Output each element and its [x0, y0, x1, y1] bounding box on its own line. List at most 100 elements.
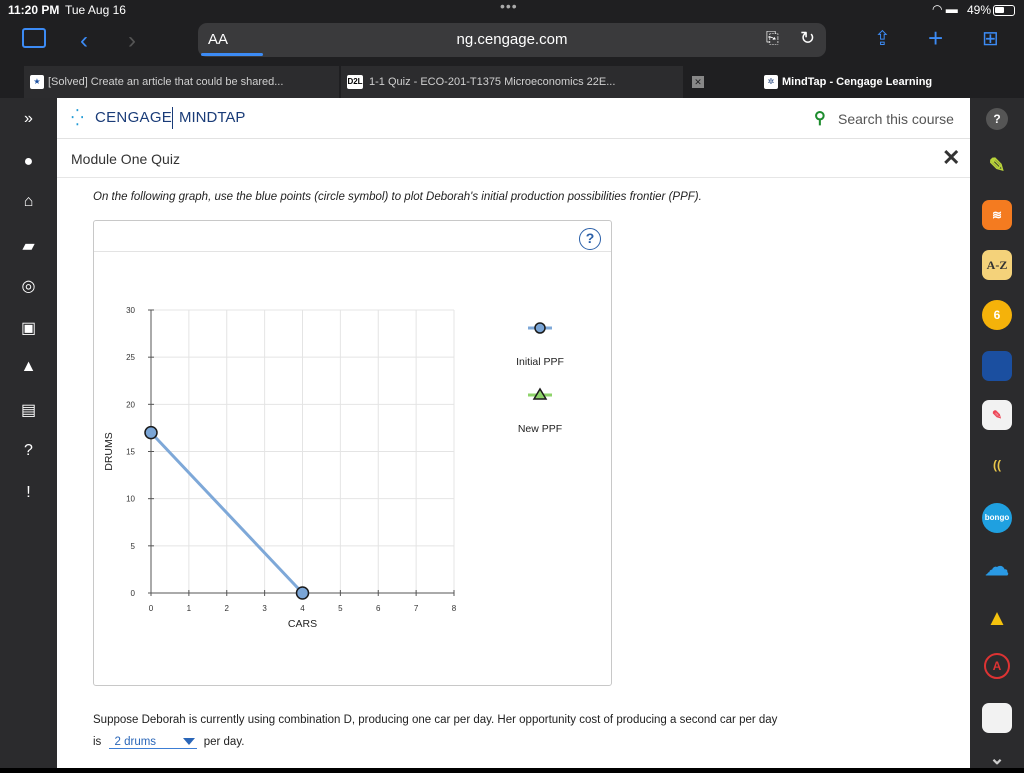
tab-quiz[interactable]: D2L 1-1 Quiz - ECO-201-T1375 Microeconom… [341, 66, 683, 98]
quiz-content: Module One Quiz ✕ On the following graph… [57, 139, 970, 768]
brand-divider [172, 107, 173, 129]
legend-initial-circle-icon[interactable] [534, 322, 546, 334]
answer-line: is 2 drums per day. [93, 736, 244, 749]
tab-bar: ★ [Solved] Create an article that could … [0, 66, 1024, 98]
a-z-glossary-icon[interactable]: A-Z [982, 250, 1012, 280]
d2l-icon: D2L [347, 75, 363, 89]
sidebar-toggle-icon[interactable] [22, 28, 46, 48]
y-tick-label: 25 [126, 353, 135, 362]
search-icon[interactable]: ⚲ [814, 108, 826, 128]
rss-icon[interactable]: ≋ [982, 200, 1012, 230]
x-tick-label: 8 [452, 604, 457, 613]
y-tick-label: 10 [126, 495, 135, 504]
document-icon[interactable] [982, 703, 1012, 733]
tab-label: [Solved] Create an article that could be… [48, 76, 284, 88]
expand-chevron-icon[interactable]: » [0, 110, 57, 128]
feedback-icon[interactable]: ! [0, 484, 57, 502]
x-tick-label: 0 [149, 604, 154, 613]
help-icon[interactable]: ? [986, 108, 1008, 130]
close-icon[interactable]: ✕ [942, 145, 960, 171]
x-tick-label: 4 [300, 604, 305, 613]
y-tick-label: 20 [126, 400, 135, 409]
browser-toolbar: ‹ › AA ng.cengage.com ⎘ ↻ ⇪ + ⊞ [0, 22, 1024, 66]
search-course-input[interactable]: Search this course [838, 111, 954, 127]
bongo-icon[interactable]: bongo [982, 503, 1012, 533]
briefcase-icon[interactable]: ▤ [0, 400, 57, 420]
aa-underline [201, 53, 263, 56]
cengage-logo-icon: ⁛ [71, 110, 84, 127]
question-instruction: On the following graph, use the blue poi… [93, 191, 702, 203]
brand-mindtap: MINDTAP [179, 109, 246, 126]
aplus-icon[interactable]: A [984, 653, 1010, 679]
per-day-text: per day. [203, 736, 245, 748]
right-app-dock: ? ✎ ≋ A-Z 6 ✎ (( bongo ☁ ▲ A ⌄ [970, 98, 1024, 768]
book-icon[interactable]: ▣ [0, 318, 57, 338]
forward-icon[interactable]: › [128, 29, 136, 53]
x-tick-label: 3 [262, 604, 267, 613]
is-text: is [93, 736, 102, 748]
home-icon[interactable]: ⌂ [0, 193, 57, 211]
flashcard-icon[interactable]: 6 [982, 300, 1012, 330]
reload-icon[interactable]: ↻ [800, 28, 815, 49]
tab-overview-icon[interactable]: ⊞ [982, 27, 999, 51]
dropdown-arrow-icon [182, 738, 195, 745]
compass-icon[interactable]: ◎ [0, 276, 57, 296]
status-bar: 11:20 PM Tue Aug 16 ••• ◠ ▬ 49% [0, 0, 1024, 22]
onedrive-icon[interactable]: ☁ [982, 553, 1012, 583]
opportunity-cost-dropdown[interactable]: 2 drums [108, 736, 197, 749]
address-bar[interactable]: AA ng.cengage.com ⎘ ↻ [198, 23, 826, 57]
share-icon[interactable]: ⇪ [874, 27, 891, 51]
initial-ppf-point[interactable] [295, 586, 310, 600]
tab-label: MindTap - Cengage Learning [782, 76, 933, 88]
readspeaker-icon[interactable]: (( [982, 450, 1012, 480]
y-tick-label: 15 [126, 448, 135, 457]
x-tick-label: 7 [414, 604, 419, 613]
notes-app-icon[interactable]: ✎ [982, 400, 1012, 430]
status-date: Tue Aug 16 [65, 3, 126, 17]
highlighter-icon[interactable]: ✎ [982, 151, 1012, 181]
help-circle-icon[interactable]: ? [0, 442, 57, 460]
tab-label: 1-1 Quiz - ECO-201-T1375 Microeconomics … [369, 76, 616, 88]
y-tick-label: 5 [131, 542, 136, 551]
ppf-chart[interactable]: 0 1 2 3 4 5 6 7 8 0 5 10 15 20 25 30 CARS DRUMS Initial PP… [94, 221, 611, 685]
notebook-app-icon[interactable] [982, 351, 1012, 381]
x-tick-label: 6 [376, 604, 381, 613]
collapse-chevron-icon[interactable]: ⌄ [982, 743, 1012, 773]
x-tick-label: 1 [187, 604, 192, 613]
x-axis-title: CARS [288, 618, 317, 630]
y-tick-label: 0 [131, 589, 136, 598]
tab-solved[interactable]: ★ [Solved] Create an article that could … [24, 66, 339, 98]
google-drive-icon[interactable]: ▲ [982, 603, 1012, 633]
status-time: 11:20 PM [8, 3, 60, 17]
graduation-cap-icon[interactable]: ▲ [0, 358, 57, 376]
user-icon[interactable]: ● [0, 153, 57, 171]
initial-ppf-point[interactable] [144, 425, 158, 440]
y-axis-title: DRUMS [103, 432, 115, 471]
graph-panel: ? 0 1 2 3 4 5 6 7 8 0 5 10 15 20 25 30 CARS DRUMS Initial … [93, 220, 612, 686]
legend-initial-label: Initial PPF [516, 356, 564, 368]
extension-icon[interactable]: ⎘ [766, 30, 779, 48]
tab-mindtap[interactable]: ✲ MindTap - Cengage Learning [758, 66, 1024, 98]
title-divider [57, 177, 970, 178]
battery-icon [993, 5, 1015, 16]
screen: 11:20 PM Tue Aug 16 ••• ◠ ▬ 49% ‹ › AA n… [0, 0, 1024, 768]
dropdown-value: 2 drums [114, 736, 157, 748]
wifi-icon: ◠ ▬ [932, 2, 958, 16]
x-tick-label: 5 [338, 604, 343, 613]
x-tick-label: 2 [225, 604, 230, 613]
battery-percent: 49% [967, 3, 992, 17]
left-navigation-rail: » ● ⌂ ▰ ◎ ▣ ▲ ▤ ? ! [0, 98, 57, 768]
multitask-dots-icon[interactable]: ••• [500, 0, 518, 14]
legend-new-label: New PPF [518, 423, 562, 435]
star-icon: ★ [30, 75, 44, 89]
url-text[interactable]: ng.cengage.com [198, 31, 826, 48]
mindtap-icon: ✲ [764, 75, 778, 89]
new-tab-icon[interactable]: + [928, 25, 943, 51]
mindtap-header: ⁛ CENGAGE MINDTAP ⚲ Search this course [57, 98, 970, 139]
y-tick-label: 30 [126, 306, 135, 315]
close-tab-icon[interactable]: ✕ [692, 76, 704, 88]
module-title: Module One Quiz [71, 151, 180, 167]
brand-cengage: CENGAGE [95, 109, 173, 126]
notebook-icon[interactable]: ▰ [0, 236, 57, 256]
back-icon[interactable]: ‹ [80, 29, 88, 53]
